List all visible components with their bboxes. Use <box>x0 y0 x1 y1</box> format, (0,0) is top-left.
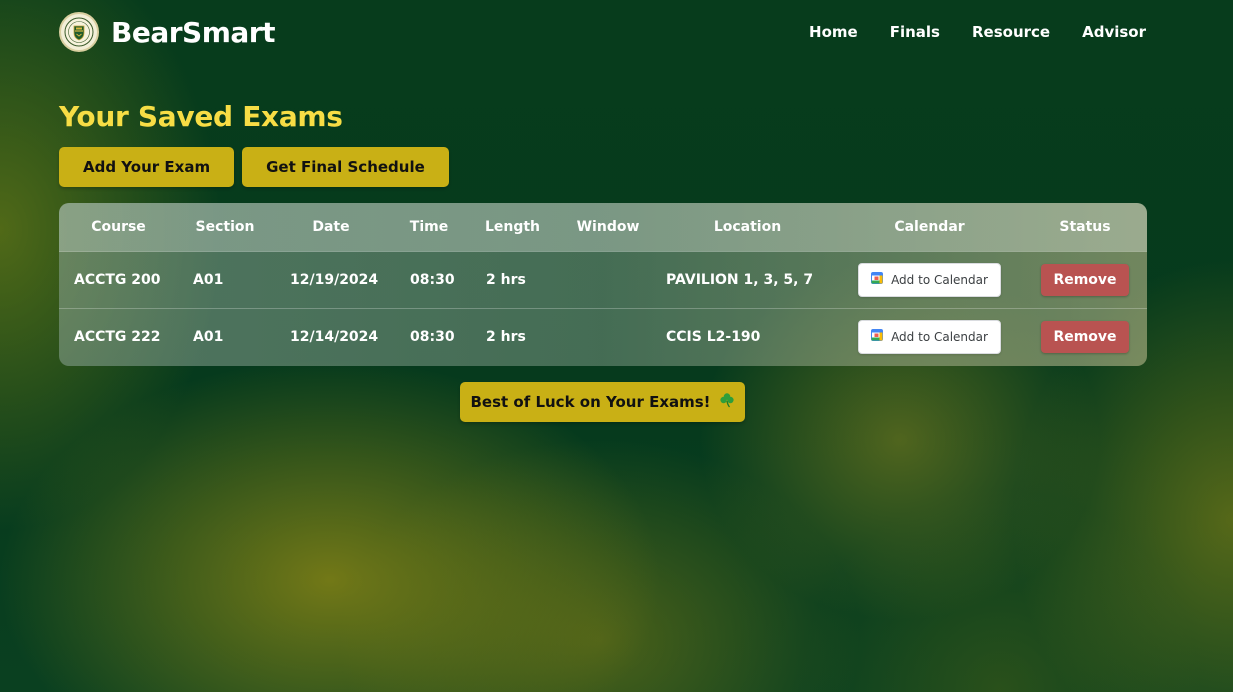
get-final-schedule-button[interactable]: Get Final Schedule <box>242 147 449 187</box>
cell-location: CCIS L2-190 <box>666 328 761 345</box>
column-header-location: Location <box>659 203 836 252</box>
add-exam-button[interactable]: Add Your Exam <box>59 147 235 187</box>
nav-resource[interactable]: Resource <box>972 23 1050 41</box>
column-header-length: Length <box>468 203 557 252</box>
cell-date: 12/14/2024 <box>290 328 379 345</box>
remove-button[interactable]: Remove <box>1041 263 1129 296</box>
action-buttons: Add Your Exam Get Final Schedule <box>59 147 449 187</box>
cell-length: 2 hrs <box>468 251 557 309</box>
column-header-course: Course <box>59 203 178 252</box>
cell-window <box>557 251 659 309</box>
column-header-date: Date <box>272 203 390 252</box>
cell-status: Remove <box>1023 251 1147 309</box>
saved-exams-table-card: Course Section Date Time Length Window L… <box>59 203 1147 366</box>
column-header-window: Window <box>557 203 659 252</box>
cell-status: Remove <box>1023 308 1147 365</box>
cell-calendar: Add to Calendar <box>836 251 1023 309</box>
google-calendar-icon <box>871 329 884 344</box>
column-header-status: Status <box>1023 203 1147 252</box>
cell-section: A01 <box>193 328 224 345</box>
cell-time: 08:30 <box>410 328 455 345</box>
nav-home[interactable]: Home <box>809 23 858 41</box>
luck-message: Best of Luck on Your Exams! <box>470 393 711 411</box>
shamrock-icon <box>719 392 735 412</box>
cell-length: 2 hrs <box>486 328 526 345</box>
cell-course: ACCTG 222 <box>74 328 161 345</box>
add-to-calendar-label: Add to Calendar <box>891 272 988 287</box>
remove-button[interactable]: Remove <box>1041 320 1129 353</box>
add-to-calendar-button[interactable]: Add to Calendar <box>858 262 1001 297</box>
add-to-calendar-button[interactable]: Add to Calendar <box>858 319 1001 354</box>
column-header-time: Time <box>390 203 468 252</box>
cell-date: 12/19/2024 <box>272 251 390 309</box>
page-title: Your Saved Exams <box>59 100 343 133</box>
site-header: BearSmart Home Finals Resource Advisor <box>59 11 1146 53</box>
column-header-section: Section <box>178 203 272 252</box>
cell-section: A01 <box>178 251 272 309</box>
add-to-calendar-label: Add to Calendar <box>891 329 988 344</box>
cell-window <box>557 308 659 365</box>
cell-calendar: Add to Calendar <box>836 308 1023 365</box>
table-row: ACCTG 200 A01 12/19/2024 08:30 2 hrs PAV… <box>59 251 1147 309</box>
brand[interactable]: BearSmart <box>59 12 275 52</box>
saved-exams-table: Course Section Date Time Length Window L… <box>59 203 1147 365</box>
table-header-row: Course Section Date Time Length Window L… <box>59 203 1147 252</box>
best-of-luck-banner[interactable]: Best of Luck on Your Exams! <box>460 382 745 422</box>
google-calendar-icon <box>871 272 884 287</box>
cell-location: PAVILION 1, 3, 5, 7 <box>659 251 836 309</box>
table-row: ACCTG 222 A01 12/14/2024 08:30 2 hrs CCI… <box>59 308 1147 365</box>
nav-finals[interactable]: Finals <box>890 23 940 41</box>
nav-advisor[interactable]: Advisor <box>1082 23 1146 41</box>
column-header-calendar: Calendar <box>836 203 1023 252</box>
brand-name: BearSmart <box>111 15 275 49</box>
university-crest-icon <box>59 12 99 52</box>
cell-course: ACCTG 200 <box>59 251 178 309</box>
main-nav: Home Finals Resource Advisor <box>809 23 1146 41</box>
cell-time: 08:30 <box>390 251 468 309</box>
